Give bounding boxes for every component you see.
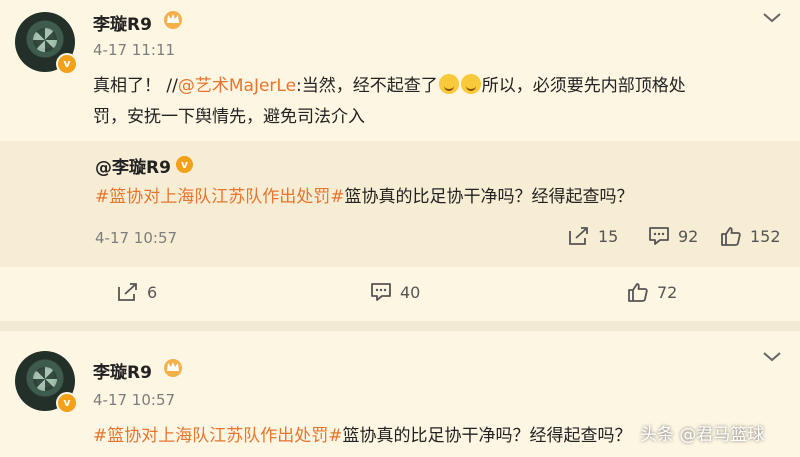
hashtag-link[interactable]: #篮协对上海队江苏队作出处罚# — [93, 426, 343, 446]
like-button[interactable]: 72 — [627, 282, 677, 302]
avatar[interactable]: v — [15, 12, 78, 75]
content-line-1: 真相了！ //@艺术MaJerLe:当然，经不起查了 所以，必须要先内部顶格处 — [93, 71, 686, 102]
reposted-post[interactable]: @李璇R9 v #篮协对上海队江苏队作出处罚#篮协真的比足协干净吗？经得起查吗？… — [0, 141, 800, 267]
timestamp: 4-17 10:57 — [93, 391, 176, 409]
repost-icon — [118, 283, 137, 301]
content-prefix: 真相了！ // — [93, 76, 178, 96]
like-count: 152 — [750, 226, 781, 246]
like-icon — [628, 283, 648, 302]
post-text: 篮协真的比足协干净吗？经得起查吗？ — [342, 426, 632, 446]
comment-icon — [371, 283, 391, 301]
comment-count: 40 — [400, 282, 421, 302]
comment-button[interactable]: 40 — [370, 282, 420, 302]
emoji-icon — [460, 74, 481, 94]
repost-button[interactable]: 6 — [117, 282, 157, 302]
repost-like-button[interactable]: 152 — [720, 226, 781, 246]
content-after-mention: :当然，经不起查了 — [296, 76, 438, 96]
repost-count: 15 — [598, 226, 619, 246]
repost-comment-button[interactable]: 92 — [648, 226, 698, 246]
repost-text: 篮协真的比足协干净吗？经得起查吗？ — [344, 187, 634, 207]
repost-timestamp: 4-17 10:57 — [95, 229, 178, 247]
mention-link[interactable]: @艺术MaJerLe — [178, 76, 296, 96]
post-card: v 李璇R9 4-17 11:11 真相了！ //@艺术MaJerLe:当然，经… — [0, 0, 800, 321]
repost-content: #篮协对上海队江苏队作出处罚#篮协真的比足协干净吗？经得起查吗？ — [95, 183, 634, 211]
comment-count: 92 — [678, 226, 699, 246]
like-icon — [721, 227, 741, 246]
chevron-down-icon[interactable] — [763, 13, 781, 23]
verified-badge-icon: v — [176, 156, 193, 173]
content-line-2: 罚，安抚一下舆情先，避免司法介入 — [93, 107, 365, 127]
crown-icon — [164, 359, 182, 377]
chevron-down-icon[interactable] — [763, 352, 781, 362]
avatar[interactable]: v — [15, 351, 78, 414]
watermark: 头条 @君马篮球 — [640, 425, 765, 445]
repost-username[interactable]: @李璇R9 — [95, 153, 171, 178]
like-count: 72 — [657, 282, 678, 302]
repost-icon — [569, 227, 588, 245]
divider — [0, 321, 800, 331]
post-content: #篮协对上海队江苏队作出处罚#篮协真的比足协干净吗？经得起查吗？ — [93, 421, 632, 452]
repost-repost-button[interactable]: 15 — [568, 226, 618, 246]
comment-icon — [649, 227, 669, 245]
timestamp: 4-17 11:11 — [93, 41, 176, 59]
emoji-icon — [438, 74, 459, 94]
crown-icon — [164, 11, 182, 29]
verified-badge-icon: v — [56, 392, 78, 414]
verified-badge-icon: v — [56, 53, 78, 75]
post-content: 真相了！ //@艺术MaJerLe:当然，经不起查了 所以，必须要先内部顶格处 罚… — [93, 71, 686, 133]
username[interactable]: 李璇R9 — [93, 10, 152, 35]
username[interactable]: 李璇R9 — [93, 358, 152, 383]
repost-count: 6 — [147, 282, 158, 302]
hashtag-link[interactable]: #篮协对上海队江苏队作出处罚# — [95, 187, 345, 207]
content-suffix: 所以，必须要先内部顶格处 — [481, 76, 686, 96]
